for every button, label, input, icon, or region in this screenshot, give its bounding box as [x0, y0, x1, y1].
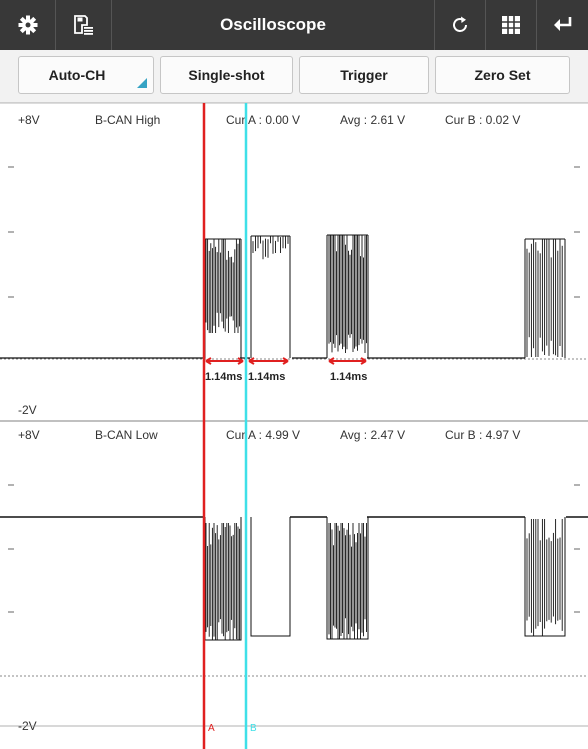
ch2-waveform [204, 517, 566, 641]
channel-2-panel: +8V -2V B-CAN Low Cur A : 4.99 V Avg : 2… [0, 420, 588, 733]
page-title: Oscilloscope [220, 15, 326, 34]
ch1-cur-b-readout: Cur B : 0.02 V [445, 113, 520, 127]
dropdown-corner-icon [137, 78, 147, 88]
ch1-vmin-label: -2V [18, 403, 37, 417]
grid-button[interactable] [485, 0, 536, 50]
ch1-measure-3: 1.14ms [330, 371, 367, 383]
channel-1-panel: +8V -2V B-CAN High Cur A : 0.00 V Avg : … [0, 103, 588, 417]
ch1-cur-a-readout: Cur A : 0.00 V [226, 113, 300, 127]
ch2-avg-readout: Avg : 2.47 V [340, 428, 405, 442]
settings-button[interactable] [0, 0, 56, 50]
gear-icon [18, 15, 37, 35]
grid-icon [502, 16, 520, 34]
zero-set-label: Zero Set [474, 67, 531, 83]
ch1-avg-readout: Avg : 2.61 V [340, 113, 405, 127]
auto-ch-label: Auto-CH [48, 67, 106, 83]
ch1-waveform [204, 234, 566, 358]
ch2-cur-a-readout: Cur A : 4.99 V [226, 428, 300, 442]
ch1-vmax-label: +8V [18, 113, 40, 127]
oscilloscope-display[interactable]: +8V -2V B-CAN High Cur A : 0.00 V Avg : … [0, 103, 588, 749]
zero-set-button[interactable]: Zero Set [435, 56, 570, 94]
title-bar: Oscilloscope [0, 0, 588, 50]
trigger-label: Trigger [340, 67, 388, 83]
save-list-icon [73, 15, 93, 35]
ch1-name-label: B-CAN High [95, 113, 160, 127]
single-shot-label: Single-shot [188, 67, 265, 83]
back-icon [553, 17, 571, 31]
ch2-name-label: B-CAN Low [95, 428, 158, 442]
cursor-b-label: B [250, 723, 257, 734]
trigger-button[interactable]: Trigger [299, 56, 429, 94]
refresh-icon [453, 16, 467, 32]
save-button[interactable] [56, 0, 112, 50]
ch2-cur-b-readout: Cur B : 4.97 V [445, 428, 520, 442]
back-button[interactable] [536, 0, 588, 50]
toolbar: Auto-CH Single-shot Trigger Zero Set [0, 50, 588, 103]
auto-ch-button[interactable]: Auto-CH [18, 56, 154, 94]
ch1-measure-2: 1.14ms [248, 371, 285, 383]
ch2-vmax-label: +8V [18, 428, 40, 442]
refresh-button[interactable] [434, 0, 485, 50]
ch1-measure-1: 1.14ms [205, 371, 242, 383]
single-shot-button[interactable]: Single-shot [160, 56, 293, 94]
cursor-a-label: A [208, 723, 215, 734]
cursor-a[interactable]: A [202, 103, 215, 749]
cursor-b[interactable]: B [244, 103, 257, 749]
